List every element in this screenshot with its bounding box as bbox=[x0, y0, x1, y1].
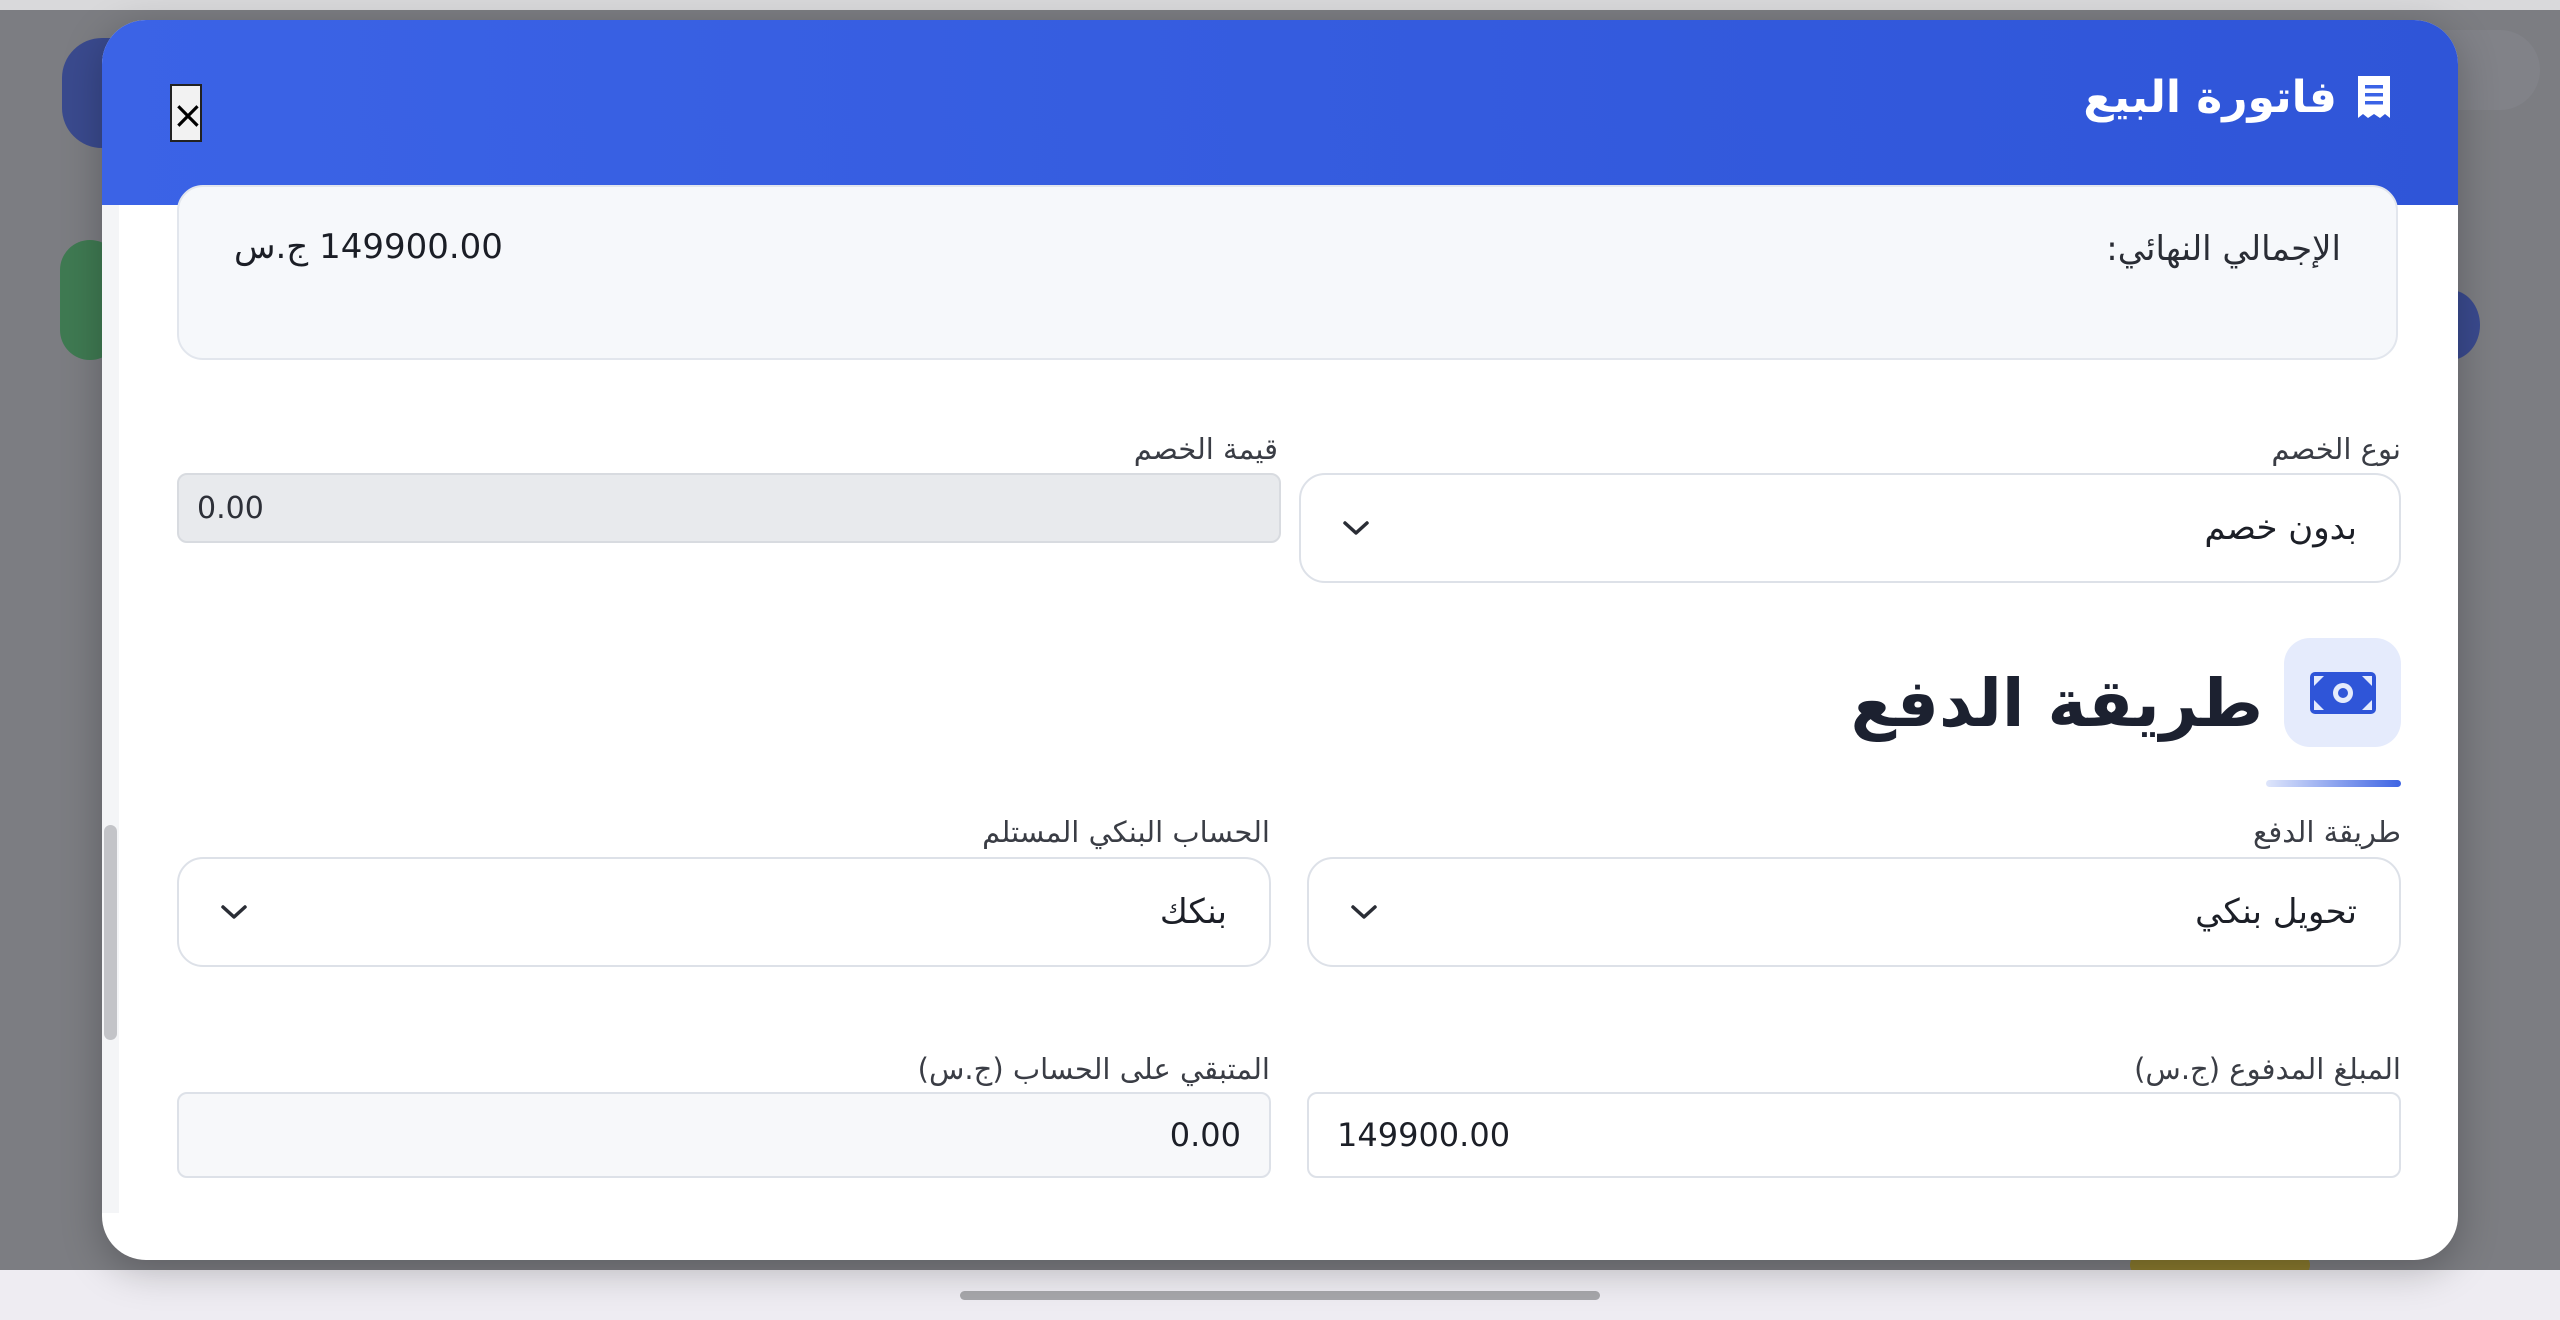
close-button[interactable]: × bbox=[170, 84, 204, 142]
modal-header: × فاتورة البيع bbox=[102, 20, 2458, 205]
sales-invoice-modal: × فاتورة البيع الإجمالي النهائي: 149900.… bbox=[102, 20, 2458, 1260]
paid-amount-value: 149900.00 bbox=[1337, 1116, 1511, 1154]
remaining-amount-field: 0.00 bbox=[177, 1092, 1271, 1178]
bank-account-value: بنكك bbox=[1159, 892, 1227, 932]
total-summary-card: الإجمالي النهائي: 149900.00 ج.س bbox=[177, 185, 2398, 360]
payment-method-select[interactable]: تحويل بنكي bbox=[1307, 857, 2401, 967]
paid-amount-label: المبلغ المدفوع (ج.س) bbox=[2134, 1052, 2401, 1086]
home-indicator[interactable] bbox=[960, 1291, 1600, 1300]
discount-value-field[interactable]: 0.00 bbox=[177, 473, 1281, 543]
total-label: الإجمالي النهائي: bbox=[2106, 229, 2341, 269]
modal-title: فاتورة البيع bbox=[2083, 72, 2393, 123]
chevron-down-icon bbox=[221, 905, 247, 919]
chevron-down-icon bbox=[1343, 521, 1369, 535]
discount-type-label: نوع الخصم bbox=[2271, 432, 2401, 466]
payment-method-icon-tile bbox=[2284, 638, 2401, 747]
status-strip bbox=[0, 0, 2560, 10]
discount-type-value: بدون خصم bbox=[2204, 508, 2357, 548]
paid-amount-field[interactable]: 149900.00 bbox=[1307, 1092, 2401, 1178]
modal-body[interactable]: الإجمالي النهائي: 149900.00 ج.س نوع الخص… bbox=[102, 185, 2458, 1260]
modal-title-text: فاتورة البيع bbox=[2083, 72, 2337, 123]
remaining-amount-value: 0.00 bbox=[1169, 1116, 1241, 1154]
payment-method-value: تحويل بنكي bbox=[2195, 892, 2357, 932]
scrollbar-thumb[interactable] bbox=[104, 825, 117, 1040]
section-title-underline bbox=[2266, 780, 2401, 787]
money-icon bbox=[2310, 672, 2376, 714]
remaining-amount-label: المتبقي على الحساب (ج.س) bbox=[917, 1052, 1270, 1086]
total-value: 149900.00 ج.س bbox=[234, 227, 503, 267]
payment-section-title: طريقة الدفع bbox=[1850, 665, 2263, 742]
discount-value: 0.00 bbox=[197, 490, 264, 526]
discount-value-label: قيمة الخصم bbox=[1133, 432, 1278, 466]
bank-account-label: الحساب البنكي المستلم bbox=[982, 815, 1270, 849]
payment-method-label: طريقة الدفع bbox=[2252, 815, 2401, 849]
discount-type-select[interactable]: بدون خصم bbox=[1299, 473, 2401, 583]
chevron-down-icon bbox=[1351, 905, 1377, 919]
receipt-icon bbox=[2358, 75, 2390, 118]
bank-account-select[interactable]: بنكك bbox=[177, 857, 1271, 967]
scrollbar-track[interactable] bbox=[102, 205, 119, 1213]
